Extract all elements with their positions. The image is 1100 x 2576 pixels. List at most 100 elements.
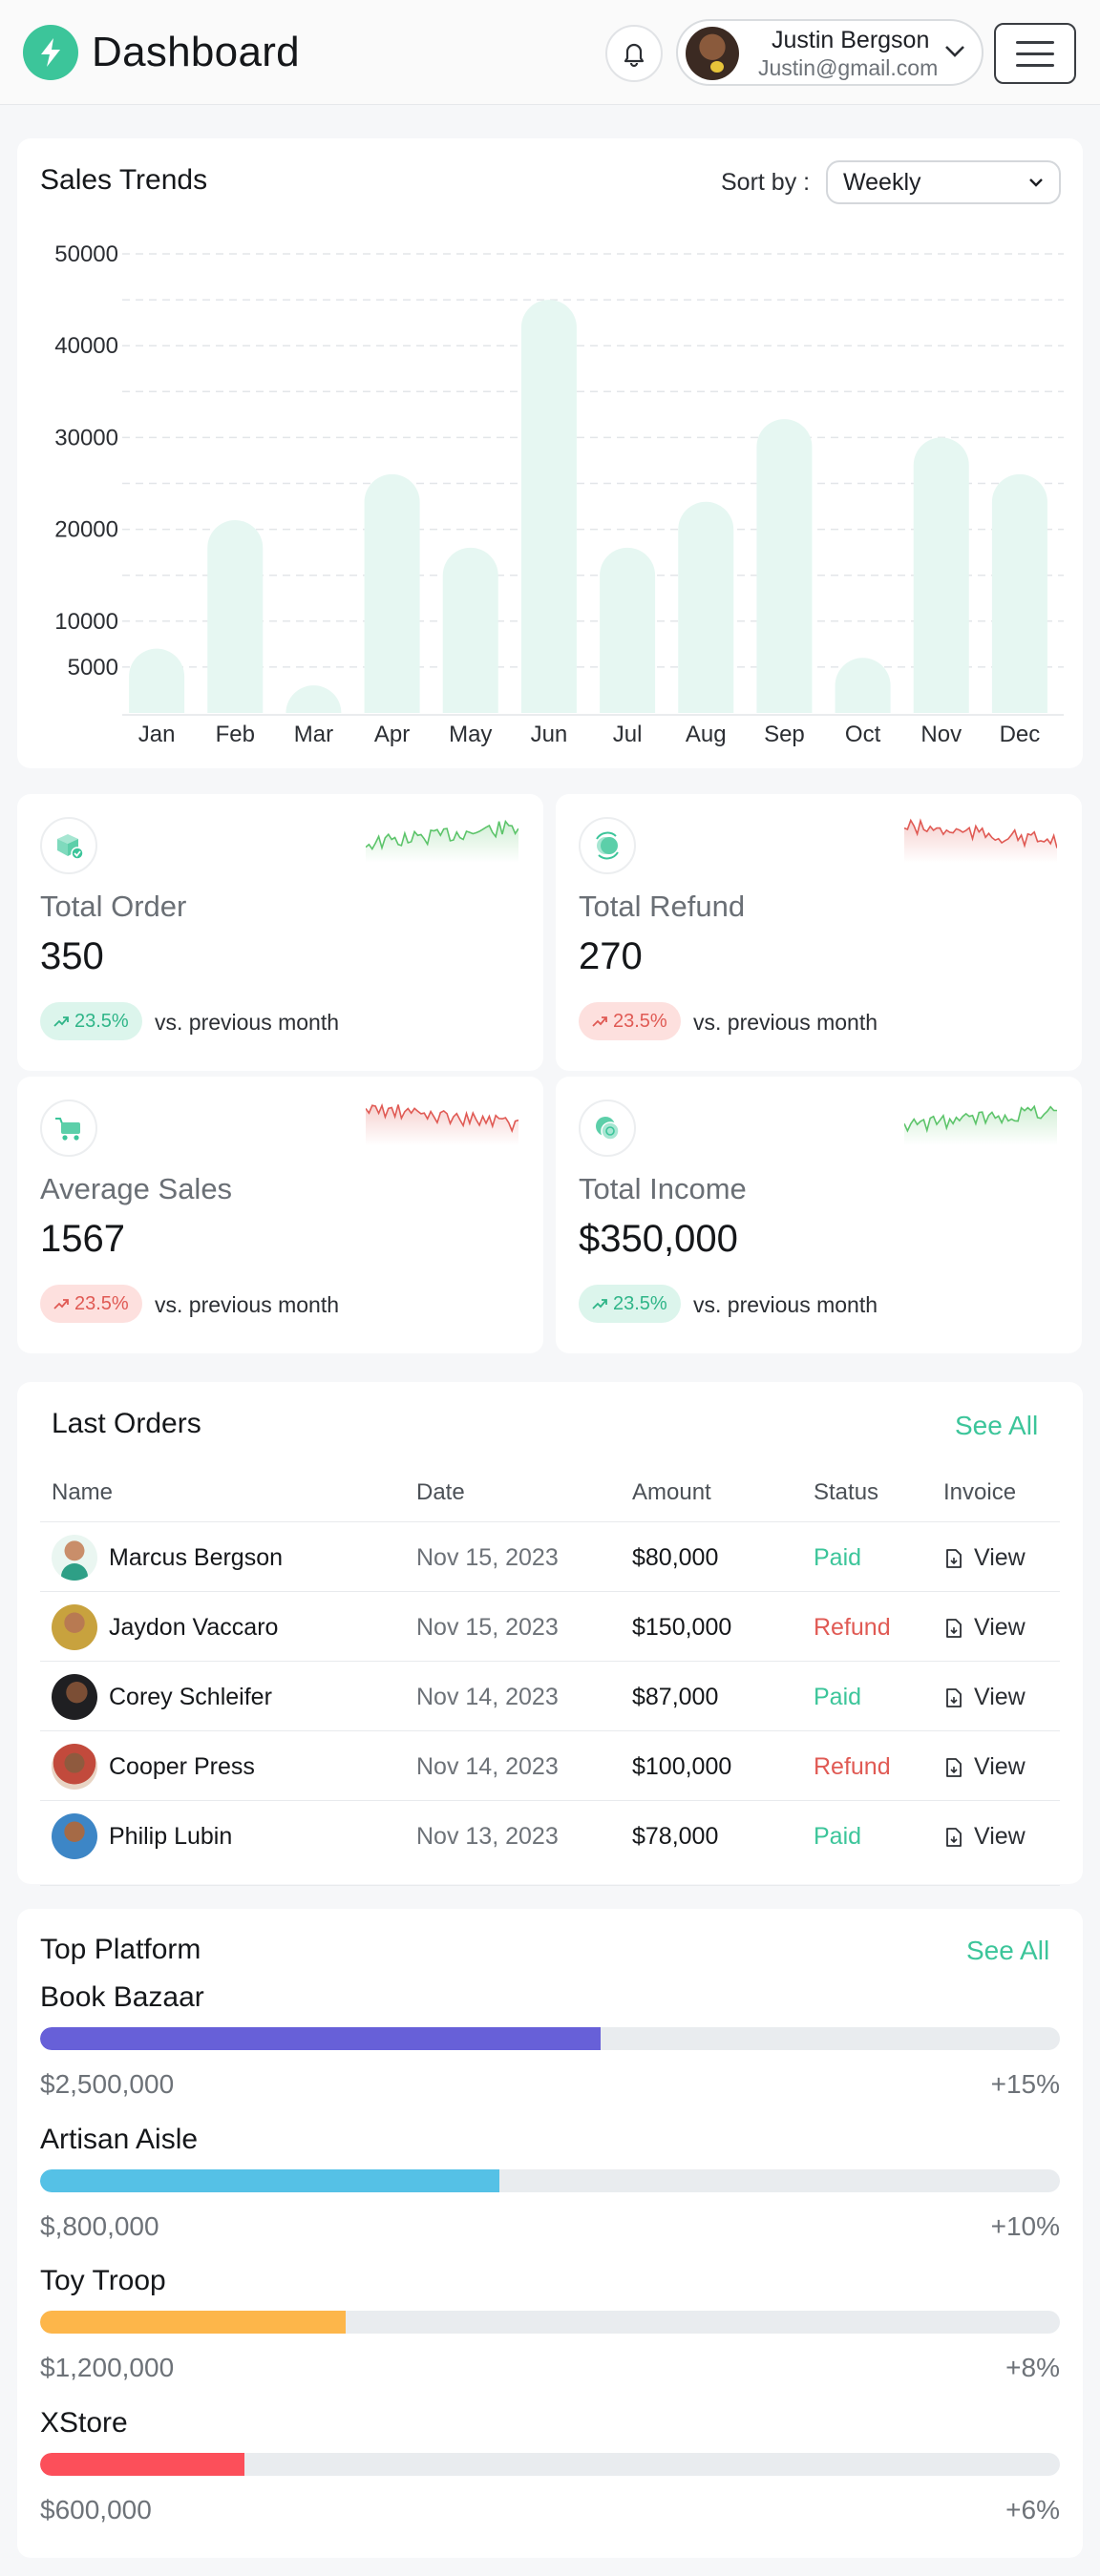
bar <box>756 419 813 713</box>
box-icon <box>40 817 97 874</box>
platform-amount: $600,000 <box>40 2495 152 2524</box>
column-header-amount: Amount <box>632 1479 711 1505</box>
platform-amount: $1,200,000 <box>40 2353 175 2382</box>
x-tick-label: Aug <box>686 722 727 747</box>
order-date: Nov 13, 2023 <box>416 1823 559 1850</box>
trend-badge: 23.5% <box>579 1285 681 1323</box>
trend-badge: 23.5% <box>40 1002 142 1040</box>
stat-label: Total Order <box>40 890 187 923</box>
table-row[interactable]: Corey Schleifer Nov 14, 2023 $87,000 Pai… <box>40 1661 1060 1730</box>
platform-item[interactable]: Artisan Aisle $,800,000 +10% <box>40 2124 1060 2241</box>
y-tick-label: 40000 <box>54 333 118 359</box>
table-row[interactable]: Marcus Bergson Nov 15, 2023 $80,000 Paid… <box>40 1521 1060 1591</box>
compare-text: vs. previous month <box>693 1292 878 1317</box>
order-date: Nov 14, 2023 <box>416 1753 559 1780</box>
top-platform-title: Top Platform <box>40 1934 201 1965</box>
table-row[interactable]: Cooper Press Nov 14, 2023 $100,000 Refun… <box>40 1730 1060 1800</box>
stat-value: 1567 <box>40 1218 125 1260</box>
notification-bell-icon[interactable] <box>605 25 663 82</box>
chevron-down-icon <box>1029 178 1043 187</box>
sparkline-chart <box>366 1102 518 1145</box>
trend-value: 23.5% <box>613 1292 667 1314</box>
sales-trends-card: 5000 10000 20000 30000 40000 50000 Jan Feb Mar Ap… <box>17 138 1083 768</box>
order-amount: $78,000 <box>632 1823 719 1850</box>
sort-select-value: Weekly <box>843 168 921 196</box>
hamburger-menu-button[interactable] <box>994 23 1076 84</box>
order-date: Nov 15, 2023 <box>416 1544 559 1571</box>
customer-name: Marcus Bergson <box>109 1544 284 1571</box>
document-icon <box>946 1757 962 1777</box>
trend-badge: 23.5% <box>40 1285 142 1323</box>
order-amount: $100,000 <box>632 1753 732 1780</box>
stat-card-total-order: Total Order 350 23.5% vs. previous month <box>17 794 543 1071</box>
progress-fill <box>40 2453 244 2476</box>
x-tick-label: Oct <box>845 722 881 747</box>
user-profile-menu[interactable]: Justin Bergson Justin@gmail.com <box>676 19 984 86</box>
document-icon <box>946 1618 962 1638</box>
platform-item[interactable]: XStore $600,000 +6% <box>40 2407 1060 2524</box>
trend-up-icon <box>53 1016 69 1027</box>
sparkline-area <box>366 1104 518 1145</box>
platform-see-all-link[interactable]: See All <box>966 1936 1049 1966</box>
stat-card-total-income: Total Income $350,000 23.5% vs. previous… <box>556 1077 1082 1353</box>
document-icon <box>946 1687 962 1707</box>
bar <box>207 519 264 713</box>
x-tick-label: Jan <box>138 722 176 747</box>
bar <box>286 685 342 714</box>
x-tick-label: Jun <box>531 722 568 747</box>
column-header-name: Name <box>52 1479 114 1505</box>
status-badge: Paid <box>814 1823 862 1850</box>
platform-name: Toy Troop <box>40 2265 166 2296</box>
trend-up-icon <box>53 1299 69 1309</box>
bar <box>600 547 656 713</box>
trend-value: 23.5% <box>74 1010 129 1032</box>
order-amount: $80,000 <box>632 1544 719 1571</box>
status-badge: Refund <box>814 1614 891 1641</box>
view-invoice-button[interactable]: View <box>943 1753 1026 1781</box>
trend-badge: 23.5% <box>579 1002 681 1040</box>
platform-name: Artisan Aisle <box>40 2124 199 2155</box>
platform-progress-bar <box>40 2027 1060 2050</box>
platform-change: +6% <box>1005 2495 1060 2524</box>
user-name: Justin Bergson <box>772 27 930 53</box>
platform-change: +10% <box>990 2211 1060 2241</box>
sort-select[interactable]: Weekly <box>826 160 1061 204</box>
customer-name: Philip Lubin <box>109 1823 233 1850</box>
app-title: Dashboard <box>92 29 300 75</box>
view-invoice-button[interactable]: View <box>943 1684 1026 1711</box>
bar <box>835 658 891 713</box>
stat-value: $350,000 <box>579 1218 738 1260</box>
bar <box>364 473 420 713</box>
sparkline-area <box>366 821 518 863</box>
menu-line-icon <box>1016 52 1054 55</box>
view-label: View <box>974 1614 1026 1641</box>
sales-bar-chart: 5000 10000 20000 30000 40000 50000 Jan Feb Mar Ap… <box>54 241 1064 747</box>
status-badge: Paid <box>814 1544 862 1571</box>
platform-progress-bar <box>40 2311 1060 2334</box>
sales-trends-title: Sales Trends <box>40 164 208 196</box>
view-invoice-button[interactable]: View <box>943 1544 1026 1572</box>
x-tick-label: May <box>449 722 492 747</box>
platform-item[interactable]: Toy Troop $1,200,000 +8% <box>40 2265 1060 2382</box>
platform-change: +15% <box>990 2069 1060 2099</box>
view-label: View <box>974 1684 1026 1710</box>
table-row[interactable]: Philip Lubin Nov 13, 2023 $78,000 Paid V… <box>40 1800 1060 1870</box>
compare-text: vs. previous month <box>693 1010 878 1035</box>
document-icon <box>946 1827 962 1847</box>
platform-name: XStore <box>40 2407 128 2439</box>
platform-item[interactable]: Book Bazaar $2,500,000 +15% <box>40 1981 1060 2099</box>
customer-name: Cooper Press <box>109 1753 255 1780</box>
y-tick-label: 30000 <box>54 425 118 450</box>
bar <box>520 300 577 713</box>
table-row[interactable]: Jaydon Vaccaro Nov 15, 2023 $150,000 Ref… <box>40 1591 1060 1661</box>
avatar <box>52 1674 97 1720</box>
stat-label: Average Sales <box>40 1172 233 1205</box>
bolt-logo-icon[interactable] <box>23 25 78 80</box>
bar <box>678 501 734 713</box>
bar <box>913 437 969 713</box>
orders-see-all-link[interactable]: See All <box>955 1411 1038 1441</box>
view-invoice-button[interactable]: View <box>943 1823 1026 1851</box>
view-invoice-button[interactable]: View <box>943 1614 1026 1642</box>
avatar <box>52 1813 97 1859</box>
sort-label: Sort by : <box>721 169 811 196</box>
